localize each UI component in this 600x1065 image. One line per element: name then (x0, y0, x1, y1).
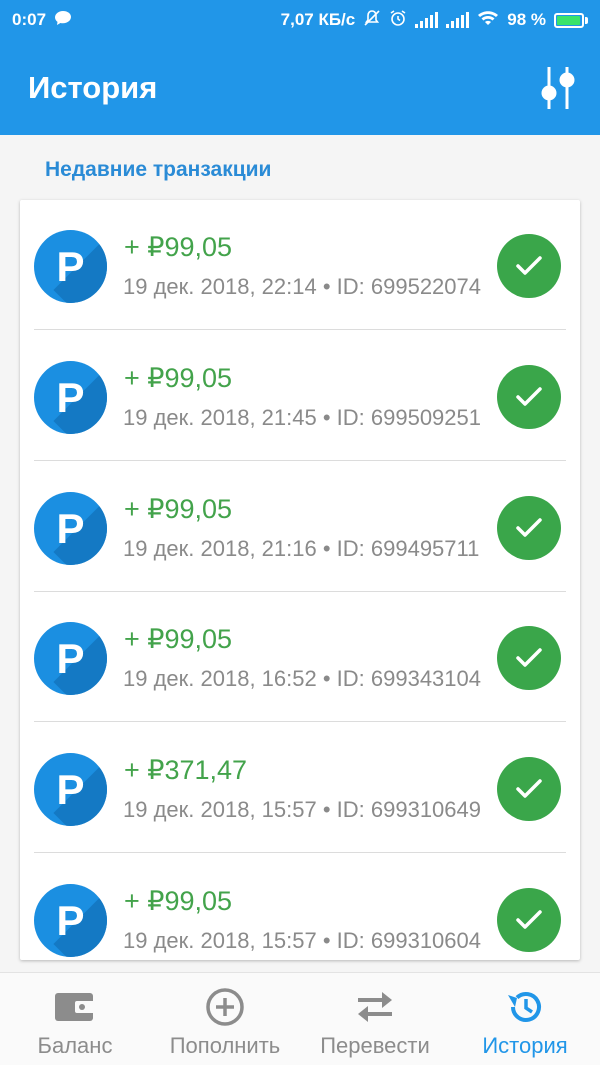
merchant-avatar: P (34, 361, 107, 434)
divider (34, 329, 566, 330)
transaction-meta: 19 дек. 2018, 15:57 • ID: 699310604 (123, 928, 481, 953)
divider (34, 460, 566, 461)
transactions-list: P + ₽99,05 19 дек. 2018, 22:14 • ID: 699… (20, 200, 580, 960)
history-icon (504, 987, 546, 1027)
merchant-avatar: P (34, 753, 107, 826)
nav-label-balance: Баланс (37, 1033, 113, 1058)
filter-sliders-icon (541, 66, 575, 109)
alarm-icon (389, 9, 407, 32)
transaction-meta: 19 дек. 2018, 22:14 • ID: 699522074 (123, 274, 481, 299)
chat-notification-icon (54, 10, 72, 31)
status-bar: 0:07 7,07 КБ/с 98 % (0, 0, 600, 40)
nav-item-transfer[interactable]: Перевести (300, 973, 450, 1065)
battery-percent: 98 % (507, 10, 546, 29)
transaction-row[interactable]: P + ₽99,05 19 дек. 2018, 15:57 • ID: 699… (20, 854, 580, 960)
transaction-meta: 19 дек. 2018, 15:57 • ID: 699310649 (123, 797, 481, 822)
transaction-amount: + ₽99,05 (124, 363, 233, 393)
transaction-amount: + ₽99,05 (124, 886, 233, 916)
status-time: 0:07 (12, 10, 47, 29)
battery-icon (554, 12, 588, 28)
signal-icon-2 (446, 12, 470, 28)
wifi-icon (477, 9, 499, 32)
mute-bell-icon (363, 9, 381, 32)
check-icon (497, 888, 561, 952)
app-bar: История (0, 40, 600, 135)
section-title: Недавние транзакции (45, 158, 272, 181)
nav-item-topup[interactable]: Пополнить (150, 973, 300, 1065)
check-icon (497, 365, 561, 429)
nav-item-history[interactable]: История (450, 973, 600, 1065)
bottom-navigation: Баланс Пополнить Перевести История (0, 972, 600, 1065)
transaction-amount: + ₽99,05 (124, 232, 233, 262)
merchant-avatar: P (34, 492, 107, 565)
merchant-avatar: P (34, 230, 107, 303)
transaction-amount: + ₽99,05 (124, 624, 233, 654)
plus-circle-icon (205, 987, 245, 1027)
page-title: История (28, 69, 158, 105)
divider (34, 852, 566, 853)
transaction-amount: + ₽371,47 (124, 755, 248, 785)
transaction-meta: 19 дек. 2018, 16:52 • ID: 699343104 (123, 666, 481, 691)
merchant-avatar: P (34, 622, 107, 695)
filter-button[interactable] (538, 63, 578, 113)
check-icon (497, 496, 561, 560)
transaction-row[interactable]: P + ₽99,05 19 дек. 2018, 21:16 • ID: 699… (20, 462, 580, 592)
nav-label-transfer: Перевести (320, 1033, 430, 1058)
transaction-row[interactable]: P + ₽99,05 19 дек. 2018, 21:45 • ID: 699… (20, 331, 580, 461)
wallet-icon (53, 987, 97, 1027)
transaction-row[interactable]: P + ₽371,47 19 дек. 2018, 15:57 • ID: 69… (20, 723, 580, 853)
nav-item-balance[interactable]: Баланс (0, 973, 150, 1065)
transaction-amount: + ₽99,05 (124, 494, 233, 524)
transaction-meta: 19 дек. 2018, 21:45 • ID: 699509251 (123, 405, 481, 430)
network-speed: 7,07 КБ/с (280, 10, 356, 29)
check-icon (497, 757, 561, 821)
check-icon (497, 234, 561, 298)
nav-label-history: История (482, 1033, 568, 1058)
signal-icon (415, 12, 439, 28)
transaction-row[interactable]: P + ₽99,05 19 дек. 2018, 16:52 • ID: 699… (20, 592, 580, 722)
transaction-row[interactable]: P + ₽99,05 19 дек. 2018, 22:14 • ID: 699… (20, 200, 580, 330)
transfer-arrows-icon (354, 987, 396, 1027)
merchant-avatar: P (34, 884, 107, 957)
nav-label-topup: Пополнить (169, 1033, 281, 1058)
transaction-meta: 19 дек. 2018, 21:16 • ID: 699495711 (123, 536, 480, 561)
divider (34, 721, 566, 722)
check-icon (497, 626, 561, 690)
